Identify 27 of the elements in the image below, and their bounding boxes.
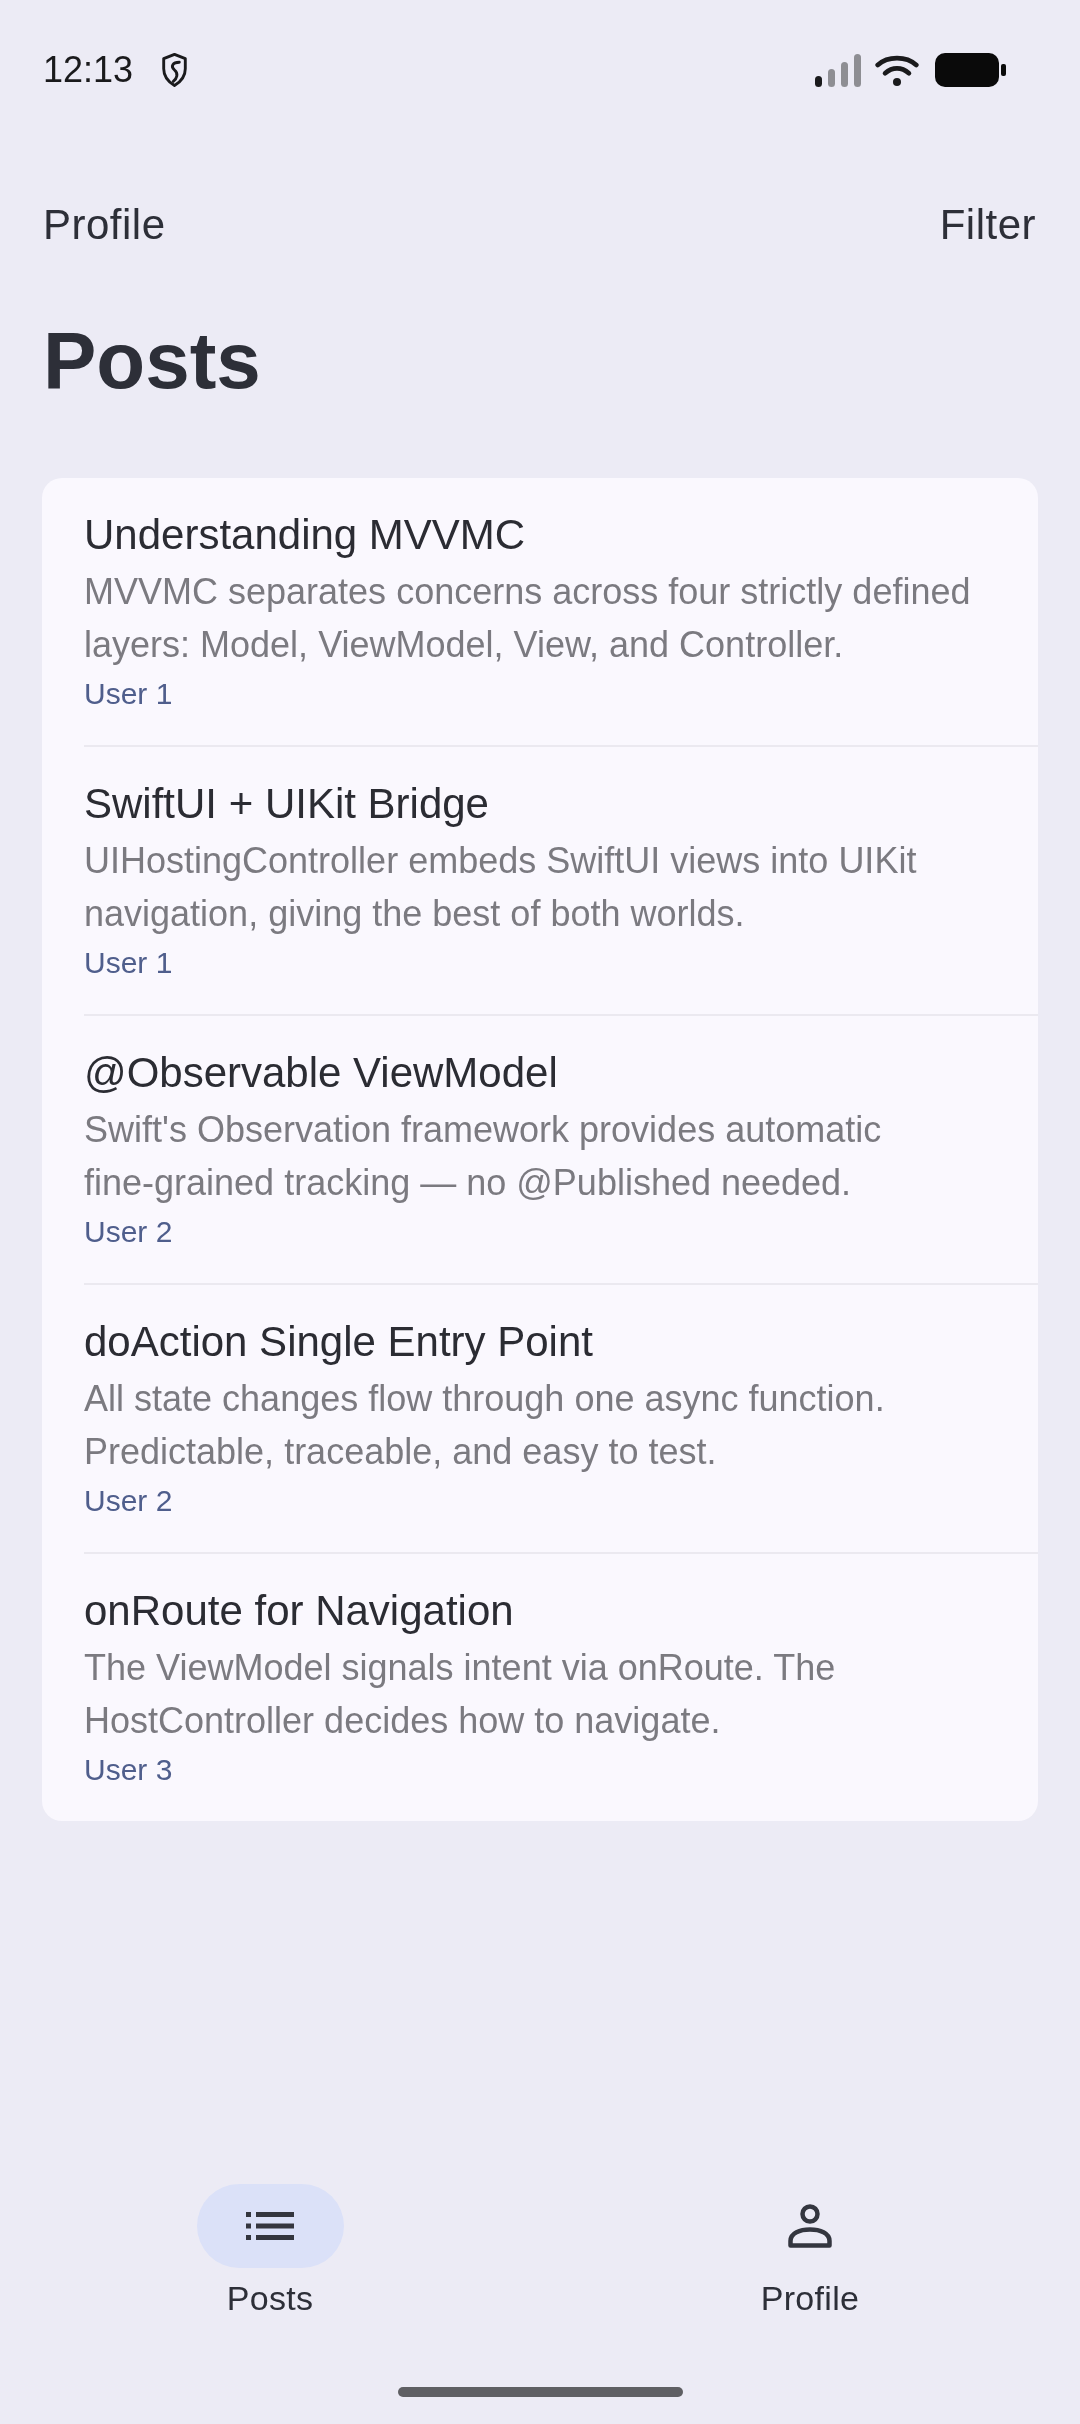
page-title: Posts xyxy=(43,321,261,401)
shield-icon xyxy=(160,52,190,88)
battery-icon xyxy=(935,53,1006,87)
post-author: User 1 xyxy=(84,676,173,712)
post-title: doAction Single Entry Point xyxy=(84,1317,594,1367)
filter-button[interactable]: Filter xyxy=(939,197,1036,253)
nav-tab[interactable]: Posts xyxy=(196,2184,344,2318)
wifi-icon xyxy=(875,53,919,87)
person-icon xyxy=(788,2204,832,2248)
post-body: The ViewModel signals intent via onRoute. The HostController decides how to navigate. xyxy=(84,1646,837,1743)
status-time: 12:13 xyxy=(43,48,134,92)
post-title: Understanding MVVMC xyxy=(84,510,527,560)
post-author: User 1 xyxy=(84,945,173,981)
post-body: MVVMC separates concerns across four strictly defined layers: Model, ViewModel, View, and Controller. xyxy=(84,570,972,667)
post-title: SwiftUI + UIKit Bridge xyxy=(84,779,490,829)
post-author: User 3 xyxy=(84,1752,173,1788)
post-author: User 2 xyxy=(84,1214,173,1250)
post-author: User 2 xyxy=(84,1483,173,1519)
post-title: onRoute for Navigation xyxy=(84,1586,515,1636)
signal-icon xyxy=(815,53,861,87)
post-title: @Observable ViewModel xyxy=(84,1048,559,1098)
profile-button[interactable]: Profile xyxy=(43,197,166,253)
nav-tab[interactable]: Profile xyxy=(736,2184,884,2318)
list-icon xyxy=(246,2212,294,2240)
post-body: UIHostingController embeds SwiftUI views into UIKit navigation, giving the best of both worlds. xyxy=(84,839,918,936)
post-body: All state changes flow through one async function. Predictable, traceable, and easy to test. xyxy=(84,1377,886,1474)
post-body: Swift's Observation framework provides automatic fine-grained tracking — no @Published needed. xyxy=(84,1108,883,1205)
